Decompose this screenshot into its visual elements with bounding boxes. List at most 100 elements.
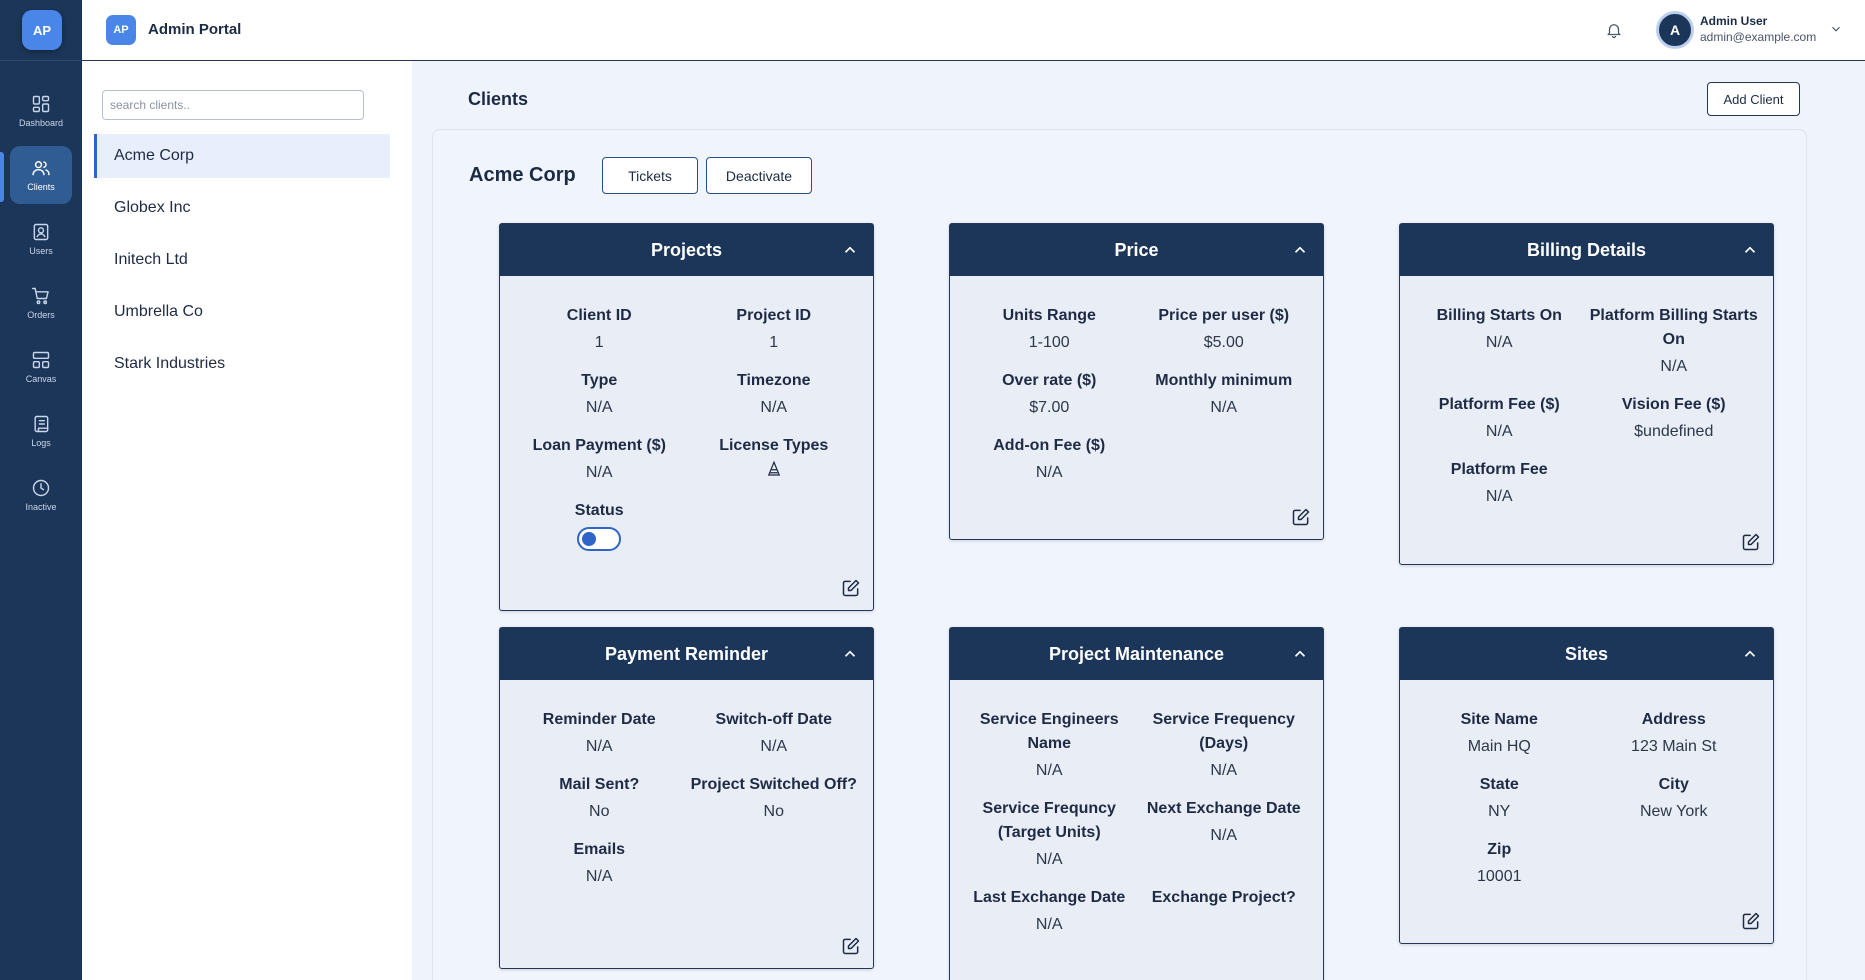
- header-logo: AP: [106, 15, 136, 45]
- collapse-button[interactable]: [1741, 645, 1759, 663]
- client-list-item[interactable]: Globex Inc: [94, 186, 390, 230]
- edit-button[interactable]: [1291, 507, 1311, 527]
- rail-divider: [0, 60, 82, 61]
- field-label: Exchange Project?: [1151, 889, 1296, 906]
- field-status: Status: [512, 499, 687, 556]
- field-label: Next Exchange Date: [1146, 800, 1301, 817]
- client-list-item[interactable]: Initech Ltd: [94, 238, 390, 282]
- nav-inactive[interactable]: Inactive: [10, 466, 72, 524]
- section-title: Payment Reminder: [604, 643, 769, 664]
- collapse-button[interactable]: [841, 645, 859, 663]
- search-input[interactable]: [102, 90, 364, 120]
- field-label: Service Frequency (Days): [1152, 711, 1295, 752]
- billing-header[interactable]: Billing Details: [1400, 224, 1773, 276]
- collapse-button[interactable]: [1741, 241, 1759, 259]
- field-exchange-project: Exchange Project?: [1137, 886, 1312, 937]
- nav-users[interactable]: Users: [10, 210, 72, 268]
- nav-rail: AP Dashboard Clients Users Orders Canvas…: [0, 0, 82, 980]
- add-client-button[interactable]: Add Client: [1707, 82, 1800, 116]
- field-value: N/A: [1210, 762, 1238, 779]
- field-reminder-date: Reminder Date N/A: [512, 708, 687, 759]
- field-label: Address: [1641, 711, 1706, 728]
- field-value: N/A: [1035, 916, 1063, 933]
- field-value: N/A: [1660, 358, 1688, 375]
- field-label: City: [1658, 776, 1689, 793]
- edit-icon: [842, 579, 860, 597]
- section-title: Billing Details: [1526, 239, 1647, 260]
- field-label: Mail Sent?: [559, 776, 640, 793]
- collapse-button[interactable]: [841, 241, 859, 259]
- layout-icon: [32, 351, 50, 369]
- clock-icon: [32, 479, 50, 497]
- field-price-per-user: Price per user ($) $5.00: [1137, 304, 1312, 355]
- field-value: New York: [1639, 803, 1708, 820]
- avatar[interactable]: A: [1656, 11, 1694, 49]
- client-list-item[interactable]: Acme Corp: [94, 134, 390, 178]
- field-value: N/A: [1485, 423, 1513, 440]
- deactivate-button[interactable]: Deactivate: [706, 157, 812, 194]
- collapse-button[interactable]: [1291, 645, 1309, 663]
- nav-orders[interactable]: Orders: [10, 274, 72, 332]
- client-list-item[interactable]: Stark Industries: [94, 342, 390, 386]
- user-menu-toggle[interactable]: [1829, 22, 1843, 36]
- status-toggle[interactable]: [577, 527, 622, 551]
- user-card-icon: [33, 223, 49, 241]
- edit-button[interactable]: [1741, 532, 1761, 552]
- field-label: Service Frequncy (Target Units): [982, 800, 1116, 841]
- nav-users-label: Users: [29, 246, 53, 256]
- cart-icon: [31, 287, 49, 305]
- chevron-up-icon: [1294, 650, 1306, 657]
- field-service-frequency-days: Service Frequency (Days) N/A: [1137, 708, 1312, 783]
- field-zip: Zip 10001: [1412, 838, 1587, 889]
- field-label: Timezone: [737, 372, 811, 389]
- user-email: admin@example.com: [1700, 30, 1817, 44]
- field-value: 123 Main St: [1631, 738, 1717, 755]
- field-next-exchange: Next Exchange Date N/A: [1137, 797, 1312, 872]
- toggle-knob: [582, 532, 597, 546]
- field-city: City New York: [1587, 773, 1762, 824]
- field-value: 1: [594, 334, 604, 351]
- chevron-down-icon: [1832, 26, 1840, 32]
- price-header[interactable]: Price: [950, 224, 1323, 276]
- active-indicator: [0, 152, 4, 202]
- license-icon: [765, 460, 783, 478]
- field-value: N/A: [1485, 488, 1513, 505]
- field-value: 1-100: [1028, 334, 1070, 351]
- field-value: No: [589, 803, 610, 820]
- edit-button[interactable]: [841, 578, 861, 598]
- field-label: Emails: [573, 841, 626, 858]
- chevron-up-icon: [1744, 246, 1756, 253]
- maintenance-header[interactable]: Project Maintenance: [950, 628, 1323, 680]
- field-label: Switch-off Date: [715, 711, 832, 728]
- field-label: Status: [574, 502, 624, 519]
- field-label: Reminder Date: [542, 711, 656, 728]
- field-type: Type N/A: [512, 369, 687, 420]
- field-platform-fee: Platform Fee N/A: [1412, 458, 1587, 509]
- notifications-button[interactable]: [1602, 18, 1626, 42]
- field-value: N/A: [1210, 399, 1238, 416]
- field-timezone: Timezone N/A: [687, 369, 862, 420]
- field-value: N/A: [760, 738, 788, 755]
- collapse-button[interactable]: [1291, 241, 1309, 259]
- field-value: N/A: [1035, 464, 1063, 481]
- field-label: Project ID: [736, 307, 812, 324]
- nav-logs[interactable]: Logs: [10, 402, 72, 460]
- edit-button[interactable]: [1741, 911, 1761, 931]
- nav-canvas[interactable]: Canvas: [10, 338, 72, 396]
- sites-header[interactable]: Sites: [1400, 628, 1773, 680]
- chevron-up-icon: [1744, 650, 1756, 657]
- price-section: Price Units Range 1-100 Price per user ($…: [949, 223, 1324, 540]
- nav-dashboard[interactable]: Dashboard: [10, 82, 72, 140]
- projects-header[interactable]: Projects: [500, 224, 873, 276]
- field-units-range: Units Range 1-100: [962, 304, 1137, 355]
- nav-clients[interactable]: Clients: [10, 146, 72, 204]
- section-title: Price: [1114, 239, 1159, 260]
- client-list-item[interactable]: Umbrella Co: [94, 290, 390, 334]
- edit-button[interactable]: [841, 936, 861, 956]
- nav-logs-label: Logs: [31, 438, 51, 448]
- tickets-button[interactable]: Tickets: [602, 157, 698, 194]
- nav-clients-label: Clients: [27, 182, 55, 192]
- field-over-rate: Over rate ($) $7.00: [962, 369, 1137, 420]
- reminder-header[interactable]: Payment Reminder: [500, 628, 873, 680]
- page-title: Clients: [468, 89, 529, 109]
